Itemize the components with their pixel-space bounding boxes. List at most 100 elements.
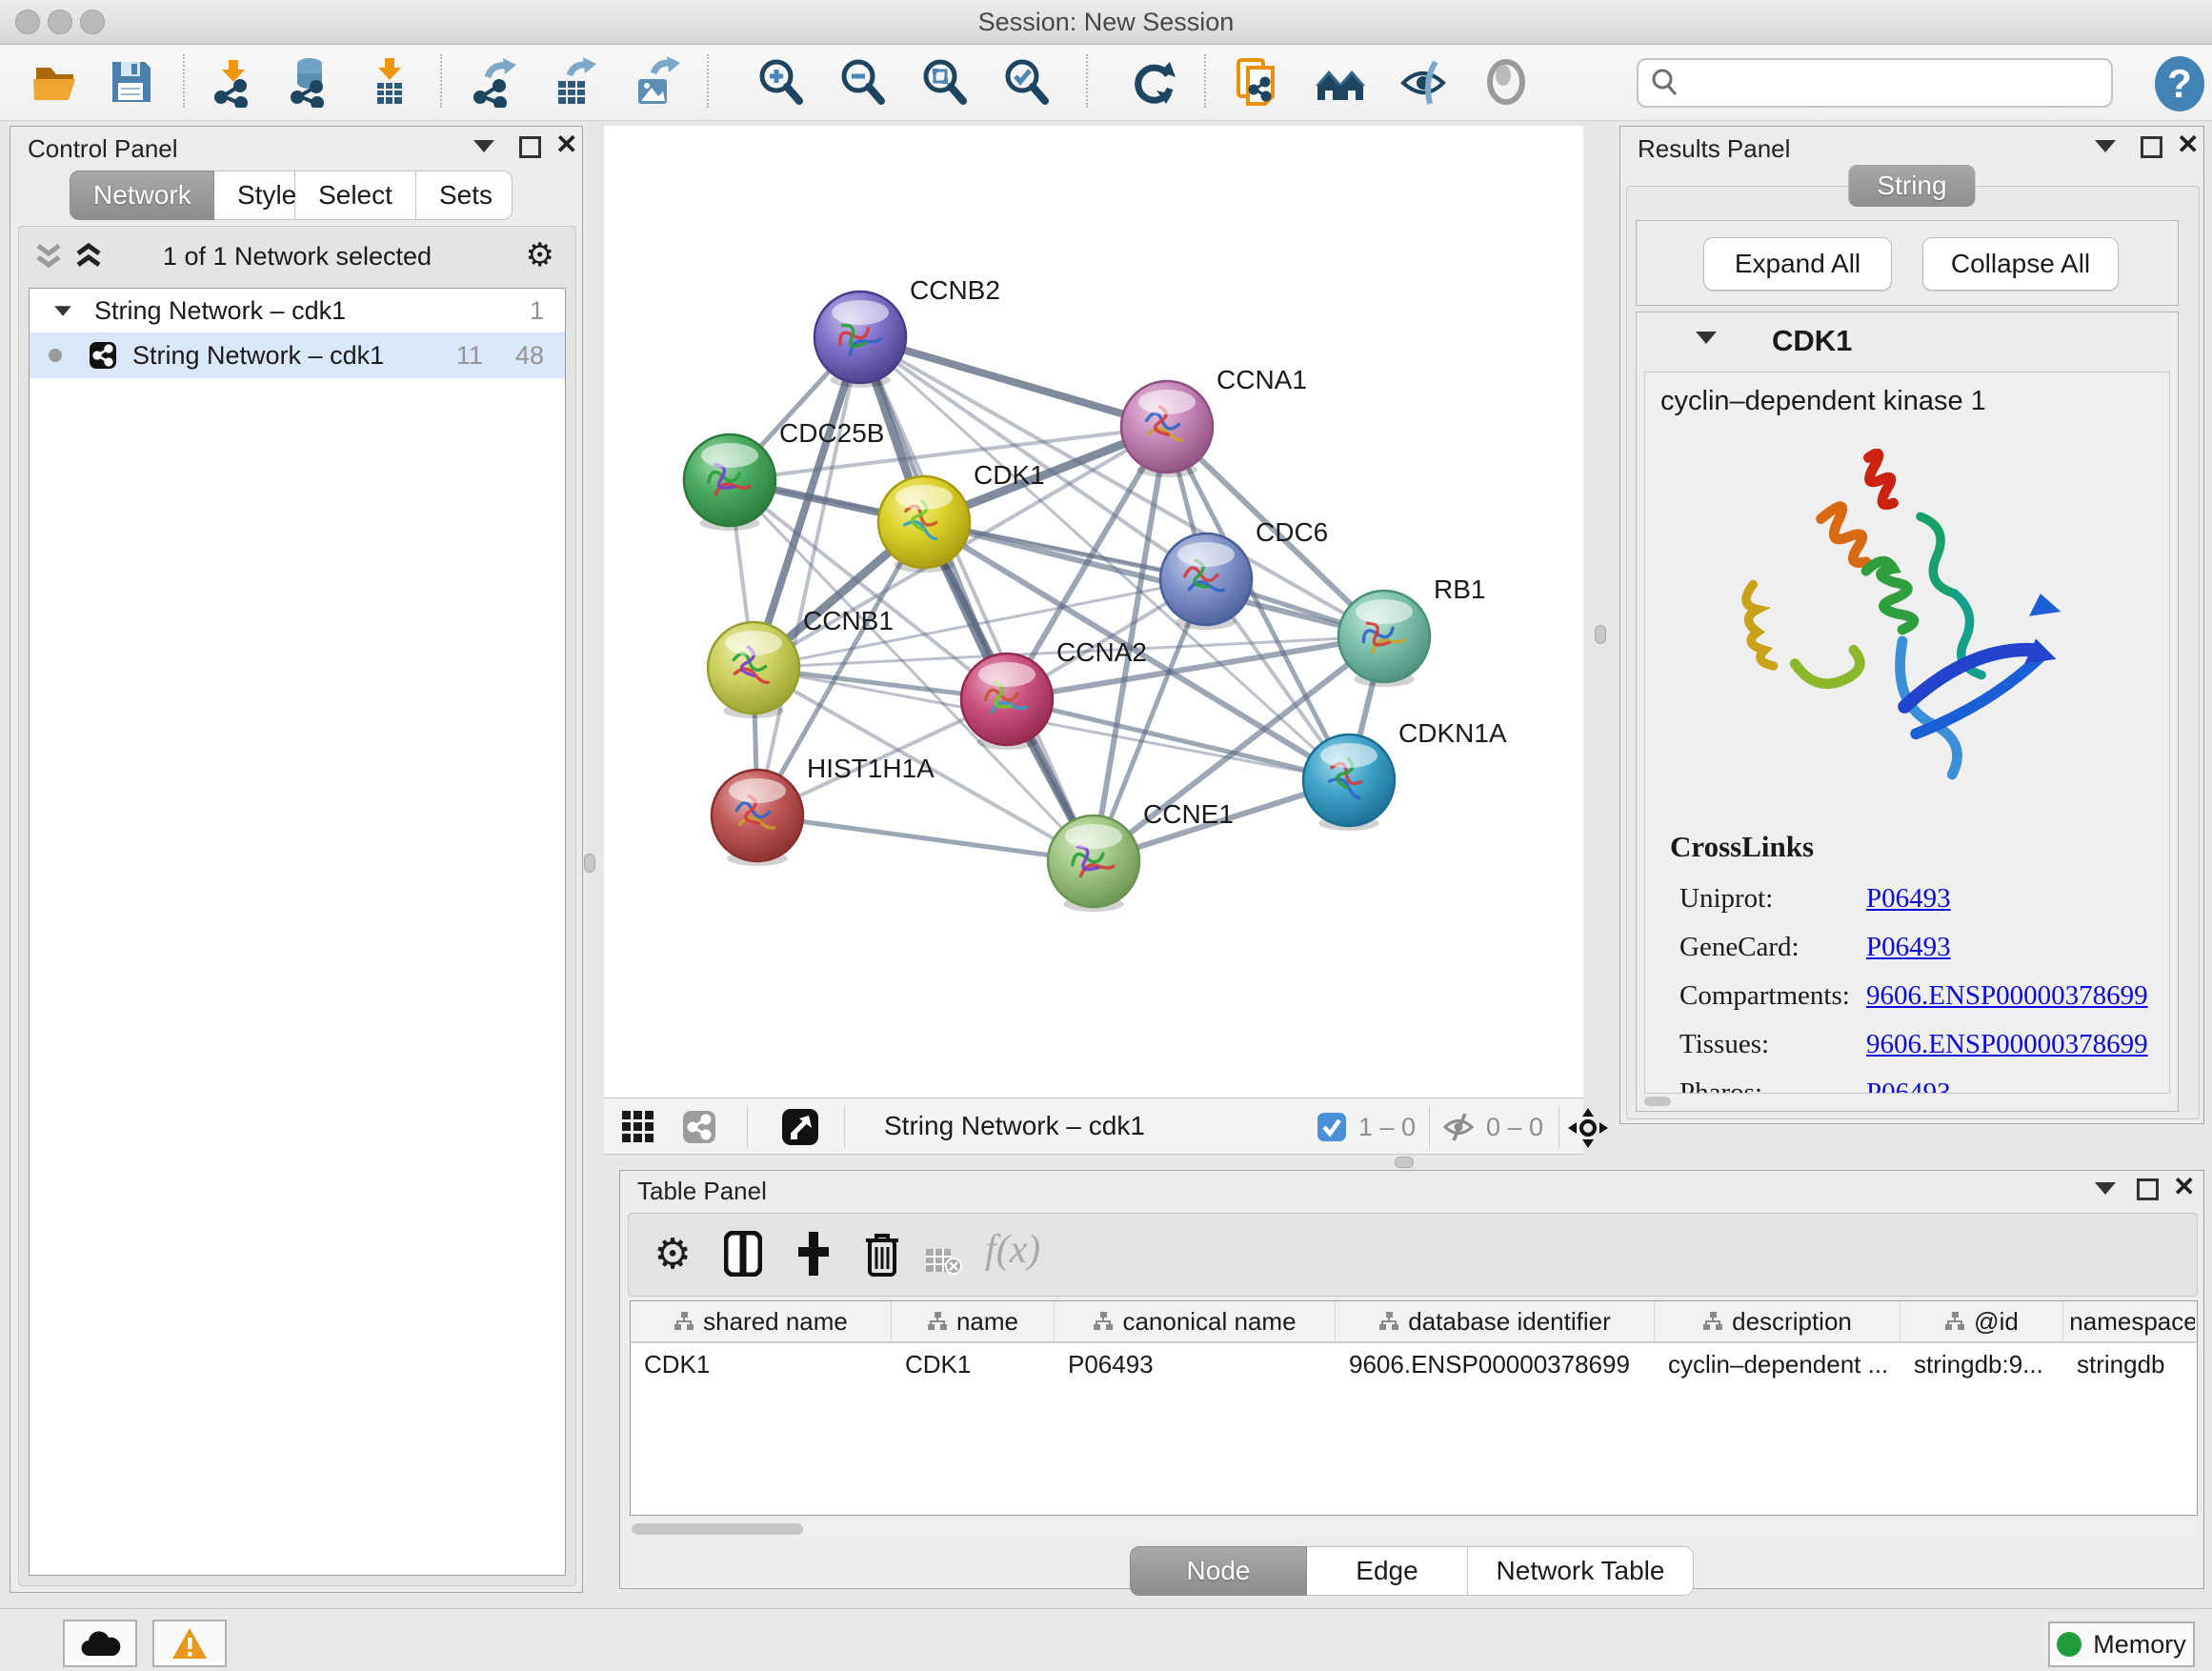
network-tree-root-row[interactable]: String Network – cdk1 1 bbox=[30, 289, 565, 332]
network-node[interactable]: CDKN1A bbox=[1303, 718, 1507, 831]
table-settings-button[interactable]: ⚙ bbox=[646, 1227, 699, 1280]
table-hscrollbar[interactable] bbox=[630, 1521, 2196, 1537]
left-splitter-handle[interactable] bbox=[584, 854, 595, 873]
panel-float-icon[interactable] bbox=[2137, 1178, 2159, 1200]
create-column-button[interactable] bbox=[787, 1227, 840, 1280]
tab-string[interactable]: String bbox=[1848, 165, 1975, 207]
import-table-button[interactable] bbox=[362, 54, 417, 110]
import-network-button[interactable] bbox=[206, 54, 261, 110]
home-button[interactable] bbox=[1313, 54, 1368, 110]
help-button[interactable]: ? bbox=[2155, 56, 2204, 111]
panel-close-icon[interactable]: ✕ bbox=[2173, 1177, 2195, 1198]
refresh-button[interactable] bbox=[1126, 54, 1181, 110]
save-session-button[interactable] bbox=[103, 54, 158, 110]
cell-database-identifier[interactable]: 9606.ENSP00000378699 bbox=[1336, 1343, 1655, 1385]
pharos-link[interactable]: P06493 bbox=[1866, 1077, 2148, 1094]
network-node[interactable]: HIST1H1A bbox=[712, 754, 935, 866]
panel-menu-icon[interactable] bbox=[2095, 1182, 2116, 1195]
cell-shared-name[interactable]: CDK1 bbox=[631, 1343, 892, 1385]
clone-network-button[interactable] bbox=[1231, 54, 1286, 110]
cell-id[interactable]: stringdb:9... bbox=[1900, 1343, 2063, 1385]
network-node[interactable]: CDC6 bbox=[1160, 517, 1328, 630]
fit-content-crosshair-icon[interactable] bbox=[1568, 1108, 1608, 1148]
right-splitter-handle[interactable] bbox=[1595, 625, 1606, 644]
column-header[interactable]: shared name bbox=[631, 1301, 892, 1341]
search-field[interactable] bbox=[1637, 58, 2113, 108]
column-header[interactable]: description bbox=[1655, 1301, 1900, 1341]
panel-float-icon[interactable] bbox=[519, 136, 541, 158]
open-session-button[interactable] bbox=[29, 54, 84, 110]
hide-selected-button[interactable] bbox=[1397, 54, 1452, 110]
network-view-icon[interactable] bbox=[682, 1110, 716, 1144]
tab-select[interactable]: Select bbox=[295, 171, 416, 220]
cloud-status-button[interactable] bbox=[63, 1620, 137, 1667]
network-edge[interactable] bbox=[757, 337, 860, 815]
tab-sets[interactable]: Sets bbox=[416, 171, 513, 220]
cell-description[interactable]: cyclin–dependent ... bbox=[1655, 1343, 1900, 1385]
network-node[interactable]: CCNE1 bbox=[1048, 799, 1234, 912]
cell-namespace[interactable]: stringdb bbox=[2063, 1343, 2195, 1385]
network-node[interactable]: CDK1 bbox=[878, 460, 1045, 573]
network-canvas[interactable]: CCNB2CCNA1CDC25BCDK1CDC6RB1CCNB1CCNA2CDK… bbox=[604, 126, 1583, 1097]
cell-name[interactable]: CDK1 bbox=[892, 1343, 1055, 1385]
zoom-fit-button[interactable] bbox=[916, 54, 972, 110]
panel-close-icon[interactable]: ✕ bbox=[555, 134, 577, 155]
panel-float-icon[interactable] bbox=[2141, 136, 2162, 158]
column-header[interactable]: namespace bbox=[2063, 1301, 2195, 1341]
tab-node-table[interactable]: Node Table bbox=[1130, 1546, 1307, 1596]
memory-button[interactable]: Memory bbox=[2048, 1621, 2195, 1667]
panel-close-icon[interactable]: ✕ bbox=[2177, 134, 2199, 155]
export-image-button[interactable] bbox=[627, 54, 682, 110]
hidden-eye-icon[interactable] bbox=[1442, 1112, 1475, 1142]
grid-view-icon[interactable] bbox=[621, 1110, 655, 1144]
bottom-splitter-handle[interactable] bbox=[1395, 1157, 1414, 1168]
column-header[interactable]: canonical name bbox=[1055, 1301, 1336, 1341]
export-table-button[interactable] bbox=[545, 54, 600, 110]
network-edge[interactable] bbox=[1007, 699, 1349, 780]
search-input[interactable] bbox=[1680, 68, 2084, 99]
tissues-link[interactable]: 9606.ENSP00000378699 bbox=[1866, 1029, 2148, 1060]
panel-menu-icon[interactable] bbox=[2095, 140, 2116, 152]
show-graphics-details-button[interactable] bbox=[1478, 54, 1534, 110]
zoom-selected-button[interactable] bbox=[998, 54, 1054, 110]
tab-style[interactable]: Style bbox=[214, 171, 295, 220]
network-name-label: String Network – cdk1 bbox=[132, 341, 384, 371]
warnings-button[interactable] bbox=[152, 1620, 227, 1667]
selected-checkbox-icon[interactable] bbox=[1317, 1112, 1347, 1142]
zoom-out-button[interactable] bbox=[835, 54, 890, 110]
result-card-header[interactable]: CDK1 bbox=[1637, 312, 2178, 368]
export-network-button[interactable] bbox=[465, 54, 520, 110]
delete-column-button[interactable] bbox=[855, 1227, 909, 1280]
panel-menu-icon[interactable] bbox=[473, 140, 494, 152]
collapse-entry-icon[interactable] bbox=[1696, 332, 1717, 344]
column-header[interactable]: database identifier bbox=[1336, 1301, 1655, 1341]
uniprot-link[interactable]: P06493 bbox=[1866, 883, 2148, 915]
tab-network[interactable]: Network bbox=[70, 171, 214, 220]
cell-canonical-name[interactable]: P06493 bbox=[1055, 1343, 1336, 1385]
gear-icon[interactable]: ⚙ bbox=[526, 236, 554, 274]
zoom-in-button[interactable] bbox=[753, 54, 808, 110]
show-columns-button[interactable] bbox=[716, 1227, 770, 1280]
results-panel-title: Results Panel bbox=[1638, 134, 1790, 164]
tab-edge-table[interactable]: Edge Table bbox=[1307, 1546, 1468, 1596]
birds-eye-view-icon[interactable] bbox=[781, 1108, 819, 1146]
compartments-link[interactable]: 9606.ENSP00000378699 bbox=[1866, 980, 2148, 1012]
attribute-icon bbox=[1093, 1311, 1114, 1332]
cloud-icon bbox=[79, 1629, 121, 1658]
toolbar-separator bbox=[1086, 54, 1088, 108]
expand-all-button[interactable]: Expand All bbox=[1703, 237, 1892, 291]
table-row[interactable]: CDK1 CDK1 P06493 9606.ENSP00000378699 cy… bbox=[631, 1343, 2197, 1385]
column-header[interactable]: @id bbox=[1900, 1301, 2063, 1341]
network-node[interactable]: CCNA1 bbox=[1121, 365, 1307, 477]
network-node[interactable]: RB1 bbox=[1338, 574, 1485, 687]
results-hscrollbar[interactable] bbox=[1644, 1096, 2168, 1107]
network-tree-row-selected[interactable]: String Network – cdk1 11 48 bbox=[30, 332, 565, 378]
column-header[interactable]: name bbox=[892, 1301, 1055, 1341]
collapse-all-button[interactable]: Collapse All bbox=[1922, 237, 2119, 291]
import-network-from-database-button[interactable] bbox=[282, 54, 337, 110]
network-edge[interactable] bbox=[860, 337, 1167, 427]
tab-network-table[interactable]: Network Table bbox=[1468, 1546, 1694, 1596]
genecard-link[interactable]: P06493 bbox=[1866, 932, 2148, 963]
tree-expand-icon[interactable] bbox=[54, 306, 71, 315]
network-edge[interactable] bbox=[757, 815, 1094, 861]
